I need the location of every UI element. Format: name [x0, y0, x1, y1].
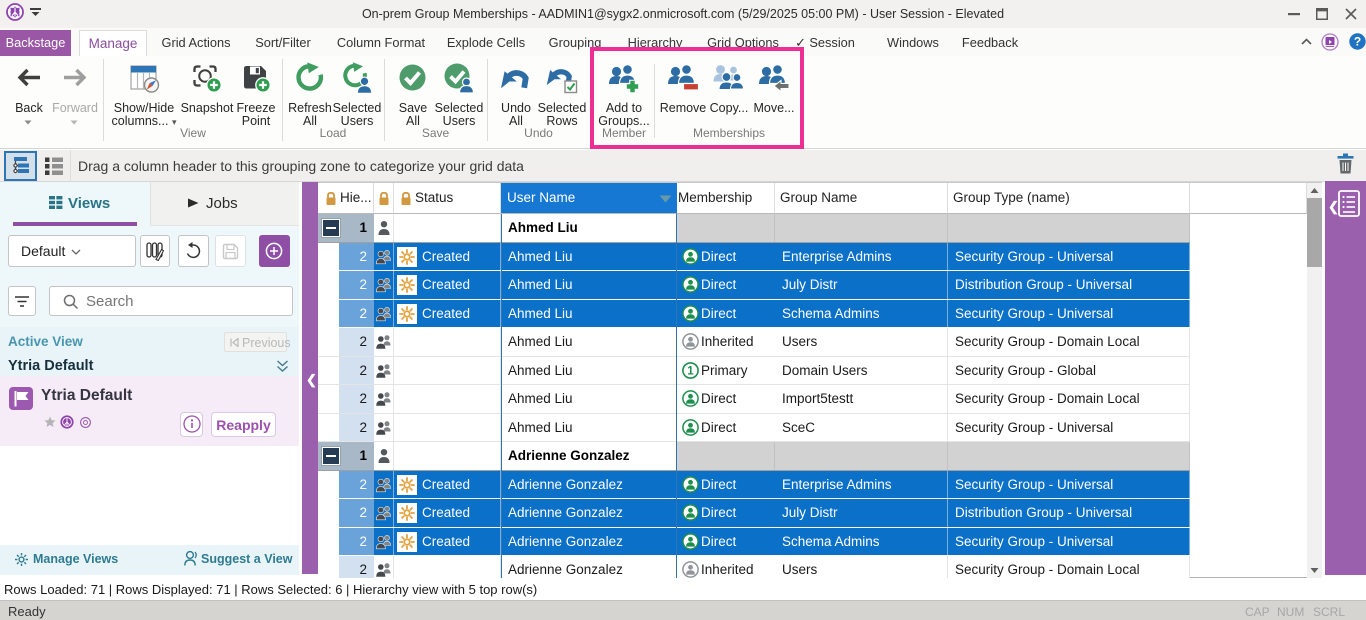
svg-text:1: 1: [687, 365, 694, 377]
svg-text:?: ?: [1354, 35, 1361, 49]
